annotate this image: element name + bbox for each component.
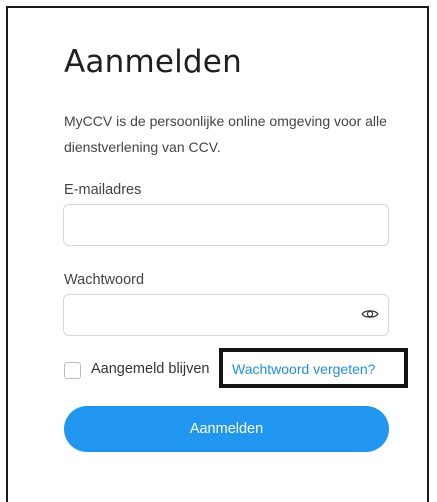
- remember-checkbox[interactable]: [64, 362, 81, 379]
- description-text: MyCCV is de persoonlijke online omgeving…: [64, 113, 387, 155]
- email-field[interactable]: [63, 204, 389, 246]
- login-button[interactable]: Aanmelden: [64, 406, 389, 452]
- email-label: E-mailadres: [64, 182, 142, 198]
- forgot-password-link[interactable]: Wachtwoord vergeten?: [232, 361, 375, 377]
- page-title: Aanmelden: [64, 44, 242, 80]
- remember-label[interactable]: Aangemeld blijven: [91, 361, 210, 377]
- password-field[interactable]: [63, 294, 389, 336]
- eye-icon[interactable]: [361, 306, 379, 322]
- password-label: Wachtwoord: [64, 272, 145, 288]
